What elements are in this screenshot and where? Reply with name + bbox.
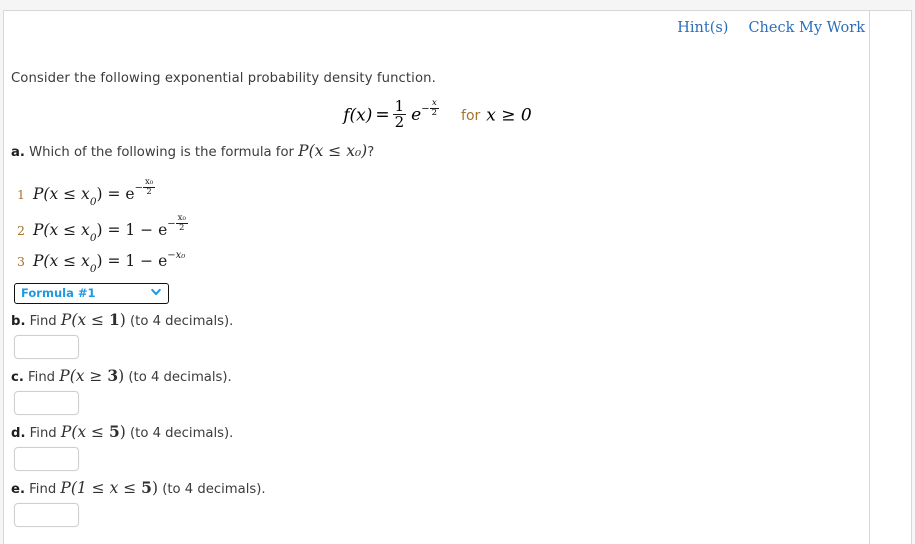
formula-base-e: e — [411, 105, 422, 126]
content-card: Hint(s) Check My Work Consider the follo… — [3, 10, 912, 544]
part-b-letter: b. — [11, 314, 26, 329]
choice-1-mid: ) = e — [96, 184, 135, 203]
choice-1-exponent: − x₀ 2 — [134, 177, 156, 197]
choice-1-exp-numerator: x₀ — [144, 177, 154, 187]
part-a-label: a. Which of the following is the formula… — [11, 142, 374, 160]
part-d-answer-input[interactable] — [14, 447, 79, 471]
question-content: Consider the following exponential proba… — [4, 11, 871, 544]
part-e-math: P(1 ≤ x ≤ 5) — [60, 478, 159, 497]
choice-expression-3: P(x ≤ x0) = 1 − e−x₀ — [33, 250, 185, 275]
part-c-math-value: 3 — [107, 366, 119, 385]
part-b-answer-input[interactable] — [14, 335, 79, 359]
part-b-math-close: ) — [119, 311, 126, 329]
part-e-math-value: 5 — [141, 478, 152, 497]
formula-lhs: f(x) — [343, 105, 373, 126]
choice-3-exp-sign: − — [167, 249, 176, 261]
formula-exponent-fraction: x2 — [429, 98, 440, 118]
part-a-text: Which of the following is the formula fo… — [29, 145, 294, 160]
formula-fraction-denominator: 2 — [392, 113, 407, 132]
choice-2-exponent: − x₀ 2 — [167, 213, 188, 233]
choice-index-1: 1 — [17, 186, 25, 202]
choice-3-lhs: P(x ≤ x — [33, 252, 90, 270]
part-d-precision: (to 4 decimals). — [130, 426, 234, 441]
part-c-math-close: ) — [118, 367, 125, 385]
choice-2-lhs: P(x ≤ x — [33, 220, 90, 239]
part-a-letter: a. — [11, 145, 25, 160]
choice-2-mid: ) = 1 − e — [96, 220, 168, 239]
formula-exponent: − x 2 — [421, 98, 440, 118]
part-c-precision: (to 4 decimals). — [128, 370, 232, 385]
choice-2-exp-denominator: 2 — [175, 222, 188, 233]
choice-2-exp-fraction: x₀ 2 — [175, 213, 188, 233]
formula-condition: x ≥ 0 — [486, 105, 532, 126]
choice-3-subscript: 0 — [89, 263, 97, 276]
part-d-math-close: ) — [119, 423, 126, 441]
choice-option-1: 1 P(x ≤ x0) = e− x₀ 2 — [17, 178, 156, 208]
part-b-math: P(x ≤ 1) — [60, 310, 126, 329]
part-d-math-open: P(x ≤ — [60, 423, 109, 441]
formula-exponent-sign: − — [421, 103, 430, 115]
pdf-formula: f(x) = 1 2 e− x 2 for x ≥ 0 — [4, 97, 871, 132]
part-c-math: P(x ≥ 3) — [59, 366, 125, 385]
choice-1-exp-denominator: 2 — [142, 186, 156, 197]
choice-index-2: 2 — [17, 222, 25, 238]
choice-3-exp-numerator: x₀ — [175, 249, 186, 261]
part-e-precision: (to 4 decimals). — [162, 482, 266, 497]
part-e-math-close: ) — [151, 479, 159, 497]
part-b-math-open: P(x ≤ — [60, 311, 109, 329]
choice-3-exponent: −x₀ — [167, 250, 185, 261]
choice-option-3: 3 P(x ≤ x0) = 1 − e−x₀ — [17, 250, 185, 275]
choice-1-exp-sign: − — [134, 182, 143, 194]
part-b-math-value: 1 — [108, 310, 120, 329]
choice-expression-1: P(x ≤ x0) = e− x₀ 2 — [33, 178, 156, 208]
choice-2-exp-numerator: x₀ — [177, 213, 186, 223]
choice-2-exp-sign: − — [167, 218, 176, 230]
formula-condition-word: for — [461, 108, 481, 125]
part-d-math: P(x ≤ 5) — [60, 422, 126, 441]
part-d-letter: d. — [11, 426, 26, 441]
part-e-verb: Find — [29, 482, 57, 497]
part-e-math-open: P(1 ≤ x ≤ — [60, 479, 142, 497]
part-d-math-value: 5 — [108, 422, 120, 441]
part-c-label: c. Find P(x ≥ 3) (to 4 decimals). — [11, 366, 232, 385]
choice-1-exp-fraction: x₀ 2 — [142, 177, 156, 197]
part-d-verb: Find — [29, 426, 57, 441]
choice-1-lhs: P(x ≤ x — [33, 184, 90, 203]
part-e-answer-input[interactable] — [14, 503, 79, 527]
formula-select[interactable]: Formula #1 Formula #2 Formula #3 — [14, 283, 169, 304]
part-a-suffix: ? — [367, 145, 375, 160]
part-a-math: P(x ≤ x₀) — [298, 142, 368, 160]
choice-expression-2: P(x ≤ x0) = 1 − e− x₀ 2 — [33, 214, 188, 244]
choice-option-2: 2 P(x ≤ x0) = 1 − e− x₀ 2 — [17, 214, 188, 244]
right-gutter — [869, 11, 911, 544]
part-c-letter: c. — [11, 370, 24, 385]
formula-select-wrapper[interactable]: Formula #1 Formula #2 Formula #3 — [14, 282, 169, 304]
part-e-letter: e. — [11, 482, 25, 497]
choice-2-subscript: 0 — [89, 231, 97, 244]
part-d-label: d. Find P(x ≤ 5) (to 4 decimals). — [11, 422, 233, 441]
formula-fraction-numerator: 1 — [394, 97, 405, 115]
part-b-label: b. Find P(x ≤ 1) (to 4 decimals). — [11, 310, 233, 329]
choice-index-3: 3 — [17, 254, 25, 269]
formula-exponent-numerator: x — [431, 98, 437, 109]
choice-1-subscript: 0 — [89, 195, 97, 208]
part-c-math-open: P(x ≥ — [59, 367, 108, 385]
part-c-verb: Find — [28, 370, 56, 385]
choice-3-mid: ) = 1 − e — [96, 252, 168, 270]
part-e-label: e. Find P(1 ≤ x ≤ 5) (to 4 decimals). — [11, 478, 266, 497]
part-b-verb: Find — [29, 314, 57, 329]
formula-fraction: 12 — [392, 97, 407, 132]
page-root: Hint(s) Check My Work Consider the follo… — [0, 0, 915, 544]
part-c-answer-input[interactable] — [14, 391, 79, 415]
formula-exponent-denominator: 2 — [429, 107, 440, 118]
question-prompt: Consider the following exponential proba… — [11, 71, 436, 86]
part-b-precision: (to 4 decimals). — [130, 314, 234, 329]
formula-equals: = — [375, 105, 390, 126]
